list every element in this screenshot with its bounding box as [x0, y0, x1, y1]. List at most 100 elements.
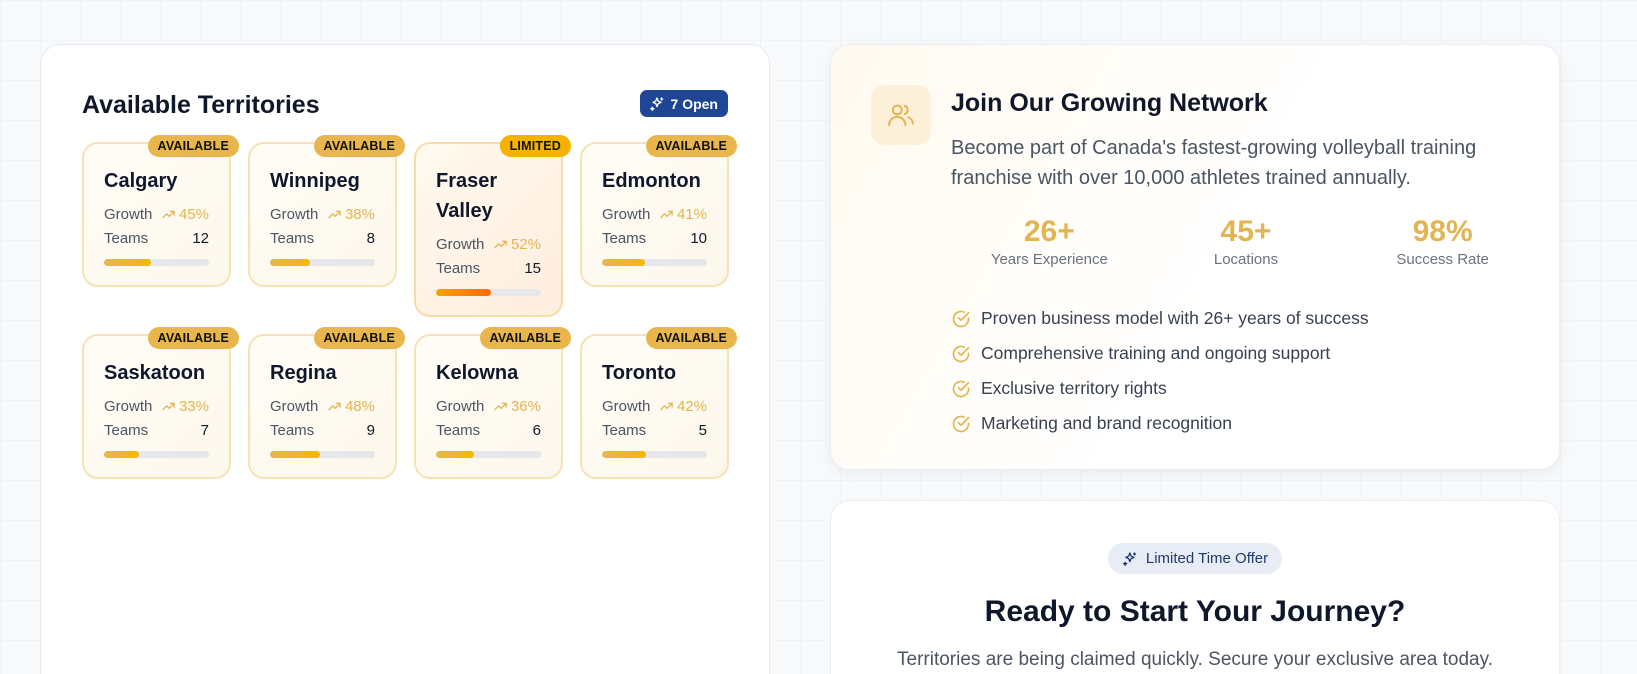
territories-panel: Available Territories 7 Open AVAILABLE Ca… [40, 44, 770, 674]
city-name: Toronto [602, 362, 677, 384]
growth-percent: 45% [178, 205, 209, 223]
growth-percent: 38% [344, 205, 375, 223]
feature-item: Comprehensive training and ongoing suppo… [951, 336, 1369, 371]
territories-title: Available Territories [82, 91, 320, 119]
progress-bar [602, 259, 707, 266]
cta-title: Ready to Start Your Journey? [984, 595, 1406, 628]
teams-value: 15 [524, 259, 541, 277]
teams-label: Teams [104, 421, 149, 439]
growth-row: Growth 48% [270, 394, 375, 418]
city-name: Calgary [104, 170, 178, 192]
growth-row: Growth 42% [602, 394, 707, 418]
feature-text: Comprehensive training and ongoing suppo… [981, 343, 1331, 363]
teams-label: Teams [436, 421, 481, 439]
growth-percent: 41% [676, 205, 707, 223]
territory-card[interactable]: AVAILABLE Regina Growth 48% Teams 9 [248, 327, 405, 479]
growth-percent: 52% [510, 235, 541, 253]
trending-up-icon [328, 210, 341, 218]
growth-row: Growth 36% [436, 394, 541, 418]
stat-label: Locations [1213, 251, 1279, 268]
growth-label: Growth [270, 397, 319, 415]
growth-value: 41% [659, 206, 707, 223]
teams-row: Teams 9 [270, 418, 375, 442]
sparkles-icon [649, 96, 663, 111]
teams-row: Teams 12 [104, 226, 209, 250]
growth-row: Growth 41% [602, 202, 707, 226]
open-count-badge: 7 Open [639, 90, 728, 117]
city-name: Edmonton [602, 170, 701, 192]
territory-card[interactable]: AVAILABLE Kelowna Growth 36% Teams 6 [414, 327, 571, 479]
trending-up-icon [660, 210, 673, 218]
progress-fill [104, 259, 152, 266]
teams-label: Teams [602, 421, 647, 439]
city-name: Kelowna [436, 362, 519, 384]
growth-value: 38% [327, 206, 375, 223]
stat-value: 45+ [1220, 215, 1272, 248]
stat-item: 45+ Locations [1156, 215, 1336, 268]
status-badge: AVAILABLE [645, 327, 737, 349]
territory-card[interactable]: AVAILABLE Toronto Growth 42% Teams 5 [580, 327, 737, 479]
feature-item: Exclusive territory rights [951, 371, 1369, 406]
stat-label: Success Rate [1396, 251, 1489, 268]
growth-value: 52% [493, 236, 541, 253]
progress-fill [602, 451, 647, 458]
growth-label: Growth [602, 397, 651, 415]
stats-row: 26+ Years Experience 45+ Locations 98% Succes… [951, 215, 1541, 268]
progress-fill [602, 259, 646, 266]
growth-value: 42% [659, 398, 707, 415]
stat-item: 98% Success Rate [1353, 215, 1533, 268]
feature-text: Marketing and brand recognition [981, 413, 1232, 433]
teams-row: Teams 8 [270, 226, 375, 250]
stat-label: Years Experience [990, 251, 1108, 268]
progress-bar [436, 451, 541, 458]
growth-row: Growth 33% [104, 394, 209, 418]
trending-up-icon [494, 402, 507, 410]
growth-percent: 33% [178, 397, 209, 415]
teams-label: Teams [602, 229, 647, 247]
teams-label: Teams [270, 229, 315, 247]
city-name: Fraser Valley [436, 170, 498, 222]
status-badge: AVAILABLE [479, 327, 571, 349]
stat-item: 26+ Years Experience [959, 215, 1139, 268]
growth-row: Growth 38% [270, 202, 375, 226]
trending-up-icon [660, 402, 673, 410]
cta-subtitle: Territories are being claimed quickly. S… [897, 649, 1493, 670]
teams-row: Teams 7 [104, 418, 209, 442]
growth-label: Growth [436, 235, 485, 253]
trending-up-icon [328, 402, 341, 410]
limited-offer-label: Limited Time Offer [1145, 550, 1269, 567]
stat-value: 26+ [1023, 215, 1075, 248]
teams-row: Teams 5 [602, 418, 707, 442]
status-badge: LIMITED [499, 135, 571, 157]
check-circle-icon [952, 415, 970, 432]
territory-card[interactable]: AVAILABLE Edmonton Growth 41% Teams 10 [580, 135, 737, 287]
teams-row: Teams 10 [602, 226, 707, 250]
teams-row: Teams 15 [436, 256, 541, 280]
territory-card[interactable]: AVAILABLE Calgary Growth 45% Teams 12 [82, 135, 239, 287]
territory-card[interactable]: LIMITED Fraser Valley Growth 52% Teams 15 [414, 135, 571, 317]
territory-card[interactable]: AVAILABLE Saskatoon Growth 33% Teams 7 [82, 327, 239, 479]
territory-card[interactable]: AVAILABLE Winnipeg Growth 38% Teams 8 [248, 135, 405, 287]
territory-grid: AVAILABLE Calgary Growth 45% Teams 12 AVAILABL… [82, 135, 737, 479]
progress-fill [436, 451, 474, 458]
check-circle-icon [952, 310, 970, 327]
teams-value: 10 [690, 229, 707, 247]
growth-row: Growth 52% [436, 232, 541, 256]
trending-up-icon [162, 210, 175, 218]
teams-value: 7 [200, 421, 209, 439]
progress-fill [436, 289, 491, 296]
growth-value: 33% [161, 398, 209, 415]
growth-label: Growth [270, 205, 319, 223]
teams-value: 8 [366, 229, 375, 247]
progress-fill [270, 259, 310, 266]
growth-value: 48% [327, 398, 375, 415]
teams-value: 6 [532, 421, 541, 439]
users-icon-tile [871, 85, 931, 145]
teams-label: Teams [104, 229, 149, 247]
growth-percent: 48% [344, 397, 375, 415]
growth-label: Growth [602, 205, 651, 223]
city-name: Winnipeg [270, 170, 360, 192]
feature-item: Proven business model with 26+ years of … [951, 301, 1369, 336]
teams-value: 9 [366, 421, 375, 439]
growth-label: Growth [104, 397, 153, 415]
